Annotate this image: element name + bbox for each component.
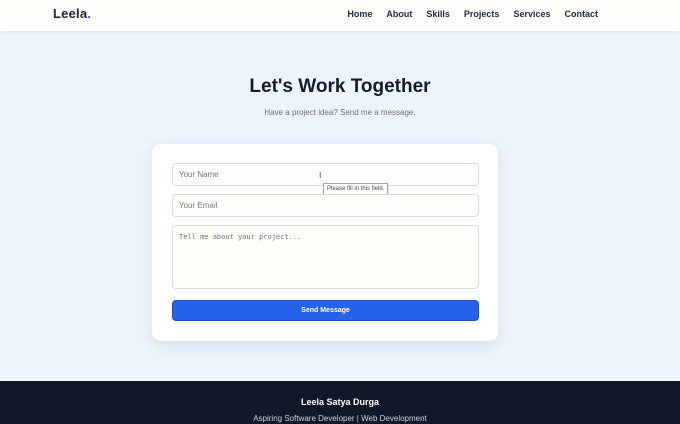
footer: Leela Satya Durga Aspiring Software Deve…: [0, 381, 680, 424]
nav-link-services[interactable]: Services: [513, 9, 550, 19]
nav-links: Home About Skills Projects Services Cont…: [333, 9, 598, 19]
nav-link-home[interactable]: Home: [347, 9, 372, 19]
logo-dot: .: [87, 6, 92, 21]
nav-link-skills[interactable]: Skills: [426, 9, 450, 19]
footer-tagline: Aspiring Software Developer | Web Develo…: [253, 414, 427, 423]
nav-link-projects[interactable]: Projects: [464, 9, 500, 19]
nav-link-contact[interactable]: Contact: [565, 9, 599, 19]
contact-form: I Please fill in this field. Send Messag…: [152, 144, 498, 341]
message-textarea[interactable]: [172, 225, 479, 289]
navbar: Leela. Home About Skills Projects Servic…: [0, 0, 680, 31]
contact-subtitle: Have a project idea? Send me a message.: [264, 108, 416, 117]
logo-text: Leela: [53, 6, 88, 21]
contact-title: Let's Work Together: [249, 76, 431, 97]
nav-link-about[interactable]: About: [386, 9, 412, 19]
email-input[interactable]: [172, 194, 479, 217]
site-logo[interactable]: Leela.: [53, 6, 91, 21]
text-cursor-icon: I: [319, 171, 322, 180]
footer-name: Leela Satya Durga: [300, 397, 380, 407]
send-message-button[interactable]: Send Message: [172, 300, 479, 321]
